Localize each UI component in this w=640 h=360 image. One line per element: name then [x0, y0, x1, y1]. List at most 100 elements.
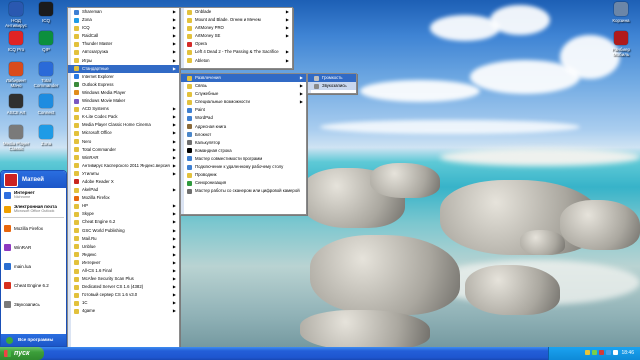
- menu-item[interactable]: Thunder Master ▶: [68, 40, 179, 48]
- menu-item[interactable]: Синхронизация: [181, 179, 306, 187]
- menu-item[interactable]: Microsoft Office ▶: [68, 129, 179, 137]
- desktop-icon-label: ICQ: [41, 18, 50, 23]
- menu-item[interactable]: Media Player Classic Home Cinema ▶: [68, 121, 179, 129]
- all-programs-button[interactable]: Все программы: [1, 334, 66, 346]
- menu-item[interactable]: Total Commander ▶: [68, 146, 179, 154]
- menu-item[interactable]: Игры ▶: [68, 57, 179, 65]
- tray-icon[interactable]: [613, 350, 619, 356]
- menu-item[interactable]: All-CS 1.6 Final ▶: [68, 267, 179, 275]
- menu-item[interactable]: Проводник: [181, 171, 306, 179]
- menu-item[interactable]: Dedicated Server CS 1.6 (4382) ▶: [68, 283, 179, 291]
- desktop-icon[interactable]: ICQ Pro: [1, 31, 31, 52]
- menu-item[interactable]: Звукозапись: [308, 82, 356, 91]
- menu-item[interactable]: Антивирус Касперского 2011 Яндекс.версия…: [68, 162, 179, 170]
- menu-item[interactable]: Специальные возможности ▶: [181, 98, 306, 106]
- menu-item[interactable]: Nero ▶: [68, 138, 179, 146]
- tray-icon[interactable]: [606, 350, 612, 356]
- desktop-icon[interactable]: Total Commander: [31, 62, 61, 88]
- menu-item[interactable]: ArtMoney SE ▶: [181, 32, 292, 40]
- program-icon: [74, 41, 79, 47]
- pinned-item[interactable]: Электронная почта Microsoft Office Outloo…: [1, 202, 66, 216]
- menu-item[interactable]: WordPad: [181, 114, 306, 122]
- cloud: [360, 80, 480, 102]
- menu-item[interactable]: Opera: [181, 40, 292, 48]
- menu-item-label: Адресная книга: [195, 123, 227, 129]
- menu-item[interactable]: 1C ▶: [68, 299, 179, 307]
- menu-item[interactable]: Zona ▶: [68, 16, 179, 24]
- menu-item[interactable]: Paint: [181, 106, 306, 114]
- menu-item[interactable]: Яндекс ▶: [68, 251, 179, 259]
- menu-item[interactable]: ICQ ▶: [68, 24, 179, 32]
- menu-item[interactable]: RaidCall ▶: [68, 32, 179, 40]
- menu-item-label: Paint: [195, 107, 205, 113]
- menu-item[interactable]: Mozilla Firefox: [68, 194, 179, 202]
- menu-item-label: Dedicated Server CS 1.6 (4382): [82, 284, 144, 290]
- menu-item[interactable]: Internet Explorer: [68, 73, 179, 81]
- menu-item-label: All-CS 1.6 Final: [82, 268, 112, 273]
- menu-item[interactable]: Skype ▶: [68, 210, 179, 218]
- recent-item[interactable]: WinRAR: [1, 238, 66, 257]
- menu-item-label: Калькулятор: [195, 139, 221, 145]
- desktop-icon-recycle-bin[interactable]: Корзина: [606, 2, 636, 23]
- menu-item[interactable]: McAfee Security Scan Plus ▶: [68, 275, 179, 283]
- desktop-icon[interactable]: Лабиринт Мачо: [1, 62, 31, 88]
- menu-item[interactable]: AkelPad ▶: [68, 186, 179, 194]
- tray-icon[interactable]: [585, 350, 591, 356]
- menu-item[interactable]: HP ▶: [68, 202, 179, 210]
- recent-item[interactable]: Cheat Engine 6.2: [1, 276, 66, 295]
- menu-item[interactable]: Интернет ▶: [68, 259, 179, 267]
- menu-item[interactable]: WinRAR ▶: [68, 154, 179, 162]
- menu-item[interactable]: 4game ▶: [68, 307, 179, 315]
- menu-item[interactable]: Командная строка: [181, 147, 306, 155]
- menu-item[interactable]: Mount and Blade. Огнем и Мечем ▶: [181, 16, 292, 24]
- menu-item[interactable]: Windows Media Player: [68, 89, 179, 97]
- recent-item[interactable]: Звукозапись: [1, 295, 66, 314]
- desktop-icon[interactable]: ICQ: [31, 2, 61, 23]
- desktop-icon[interactable]: Zona: [31, 125, 61, 146]
- program-icon: [74, 58, 79, 64]
- tray-icon[interactable]: [599, 350, 605, 356]
- desktop-icon[interactable]: ASCII Art: [1, 94, 31, 115]
- menu-item[interactable]: Автозагрузка ▶: [68, 48, 179, 56]
- menu-item-label: K-Lite Codec Pack: [82, 114, 118, 120]
- menu-item[interactable]: Outlook Express: [68, 81, 179, 89]
- menu-item[interactable]: Left 4 Dead 2 - The Passing & The Sacrif…: [181, 48, 292, 56]
- menu-item[interactable]: GSC World Publishing ▶: [68, 227, 179, 235]
- menu-item[interactable]: Windows Movie Maker: [68, 97, 179, 105]
- menu-item[interactable]: Мастер совместимости программ: [181, 155, 306, 163]
- menu-item[interactable]: Shareman ▶: [68, 8, 179, 16]
- clock[interactable]: 18:46: [621, 350, 634, 356]
- menu-item[interactable]: ArtMoney PRO ▶: [181, 24, 292, 32]
- menu-item[interactable]: Unblue ▶: [68, 243, 179, 251]
- recent-item[interactable]: main.lua: [1, 257, 66, 276]
- submenu-arrow-icon: ▶: [172, 227, 176, 233]
- desktop-icon[interactable]: НОД Антивирус: [1, 2, 31, 28]
- menu-item[interactable]: Мастер работы со сканером или цифровой к…: [181, 187, 306, 195]
- menu-item[interactable]: ACD Systems ▶: [68, 105, 179, 113]
- menu-item[interactable]: Стандартные ▶: [68, 64, 179, 73]
- pinned-item[interactable]: Интернет Nichrome: [1, 188, 66, 202]
- desktop-icon[interactable]: Ранбиер Мобиль: [606, 31, 636, 57]
- menu-item[interactable]: Cheat Engine 6.2 ▶: [68, 218, 179, 226]
- menu-item[interactable]: Адресная книга: [181, 123, 306, 131]
- menu-item[interactable]: Mail.Ru ▶: [68, 235, 179, 243]
- menu-item[interactable]: Громкость: [308, 74, 356, 83]
- recent-item[interactable]: Mozilla Firefox: [1, 219, 66, 238]
- menu-item[interactable]: K-Lite Codec Pack ▶: [68, 113, 179, 121]
- menu-item[interactable]: Калькулятор: [181, 139, 306, 147]
- tray-icon[interactable]: [592, 350, 598, 356]
- menu-item[interactable]: Служебные ▶: [181, 90, 306, 98]
- menu-item[interactable]: Ableton ▶: [181, 57, 292, 65]
- menu-item[interactable]: Подключение к удаленному рабочему столу: [181, 163, 306, 171]
- menu-item[interactable]: Готовый сервер CS 1.6 v3.0 ▶: [68, 291, 179, 299]
- menu-item[interactable]: Утилиты ▶: [68, 170, 179, 178]
- desktop-icon[interactable]: QIP: [31, 31, 61, 52]
- start-button[interactable]: пуск: [0, 347, 44, 360]
- desktop-icon[interactable]: Media Player Classic: [1, 125, 31, 151]
- menu-item[interactable]: Развлечения ▶: [181, 74, 306, 83]
- desktop-icon[interactable]: Connect: [31, 94, 61, 115]
- menu-item[interactable]: Onblade ▶: [181, 8, 292, 16]
- menu-item[interactable]: Adobe Reader X: [68, 178, 179, 186]
- menu-item[interactable]: Связь ▶: [181, 82, 306, 90]
- menu-item[interactable]: Блокнот: [181, 131, 306, 139]
